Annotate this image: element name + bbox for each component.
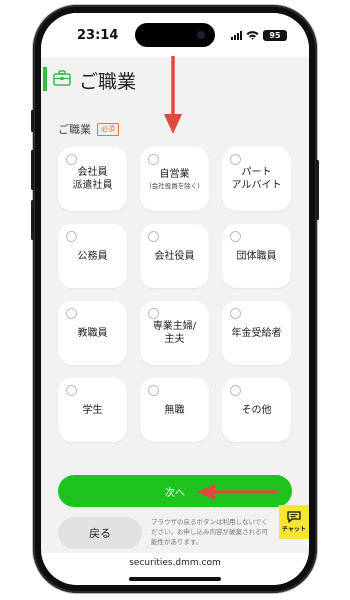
option-label-line2: アルバイト — [231, 180, 282, 191]
chat-button[interactable]: チャット — [279, 505, 309, 539]
option-label: 団体職員 — [236, 250, 277, 262]
phone-side-button — [31, 110, 34, 132]
option-label: パート — [241, 167, 272, 178]
occupation-label: ご職業 必須 — [58, 121, 119, 137]
option-unemployed[interactable]: 無職 — [140, 378, 209, 442]
battery-icon: 95 — [263, 29, 287, 41]
radio-button[interactable] — [230, 231, 241, 242]
option-label: その他 — [241, 404, 272, 416]
option-label-line2: 主夫 — [164, 334, 185, 345]
radio-button[interactable] — [230, 154, 241, 165]
home-indicator — [129, 577, 221, 581]
annotation-arrow-left — [197, 484, 277, 500]
chat-label: チャット — [282, 526, 306, 533]
phone-volume-up — [31, 150, 34, 190]
radio-button[interactable] — [66, 231, 77, 242]
option-pensioner[interactable]: 年金受給者 — [222, 301, 291, 365]
option-teacher[interactable]: 教職員 — [58, 301, 127, 365]
option-part-time[interactable]: パート アルバイト — [222, 147, 291, 211]
option-label: 無職 — [164, 404, 185, 416]
briefcase-icon — [53, 70, 71, 86]
option-label: 学生 — [82, 404, 103, 416]
annotation-arrow-down — [164, 56, 182, 134]
chat-bubble-icon — [287, 511, 301, 523]
option-label: 会社役員 — [154, 250, 195, 262]
required-badge: 必須 — [97, 122, 119, 136]
camera-icon — [197, 31, 205, 39]
option-civil-servant[interactable]: 公務員 — [58, 224, 127, 288]
radio-button[interactable] — [148, 154, 159, 165]
status-icons: 95 — [231, 29, 287, 41]
option-label: 会社員 — [77, 167, 108, 178]
option-company-officer[interactable]: 会社役員 — [140, 224, 209, 288]
radio-button[interactable] — [230, 385, 241, 396]
option-organization-staff[interactable]: 団体職員 — [222, 224, 291, 288]
radio-button[interactable] — [148, 308, 159, 319]
radio-button[interactable] — [148, 231, 159, 242]
occupation-label-text: ご職業 — [58, 123, 91, 136]
radio-button[interactable] — [230, 308, 241, 319]
option-label: 自営業 — [159, 168, 190, 180]
occupation-options: 会社員 派遣社員 自営業 (会社役員を除く) パート アルバイト 公務員 会社役… — [58, 147, 294, 442]
option-label: 教職員 — [77, 327, 108, 339]
option-label: 公務員 — [77, 250, 108, 262]
status-bar: 23:14 95 — [41, 13, 309, 57]
phone-power-button — [316, 160, 319, 220]
option-label: 専業主婦/ — [152, 321, 197, 332]
radio-button[interactable] — [66, 308, 77, 319]
status-time: 23:14 — [77, 28, 119, 43]
back-warning-note: ブラウザの戻るボタンは利用しないでください。お申し込み内容が破棄される可能性があ… — [151, 518, 268, 546]
option-student[interactable]: 学生 — [58, 378, 127, 442]
option-other[interactable]: その他 — [222, 378, 291, 442]
phone-volume-down — [31, 200, 34, 240]
option-sublabel: (会社役員を除く) — [149, 181, 200, 190]
option-employee[interactable]: 会社員 派遣社員 — [58, 147, 127, 211]
option-label: 年金受給者 — [231, 327, 282, 339]
url-text: securities.dmm.com — [129, 558, 221, 568]
option-label-line2: 派遣社員 — [72, 180, 113, 191]
option-homemaker[interactable]: 専業主婦/ 主夫 — [140, 301, 209, 365]
back-button[interactable]: 戻る — [58, 517, 142, 549]
browser-url-bar[interactable]: securities.dmm.com — [41, 553, 309, 585]
header-accent-bar — [43, 67, 47, 91]
signal-icon — [231, 30, 242, 40]
radio-button[interactable] — [148, 385, 159, 396]
page-title: ご職業 — [79, 71, 137, 93]
wifi-icon — [246, 31, 259, 40]
option-self-employed[interactable]: 自営業 (会社役員を除く) — [140, 147, 209, 211]
radio-button[interactable] — [66, 154, 77, 165]
dynamic-island — [135, 23, 215, 47]
radio-button[interactable] — [66, 385, 77, 396]
